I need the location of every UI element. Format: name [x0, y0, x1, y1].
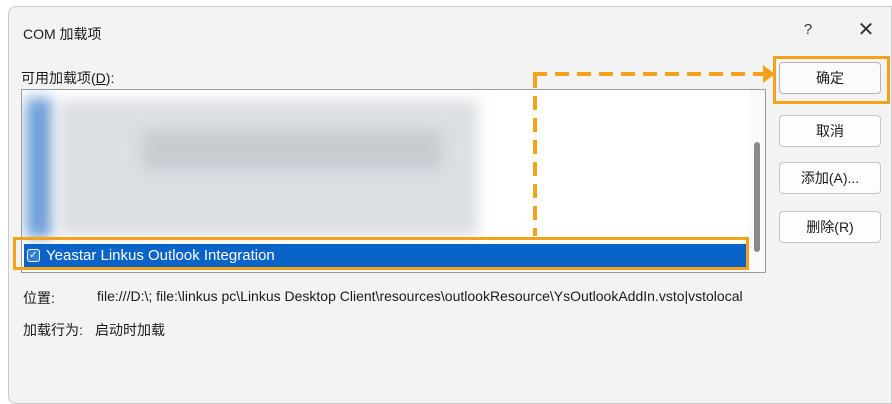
com-addins-dialog: COM 加载项 ? ✕ 可用加载项(D): ✓ Yeastar Linkus O… [8, 6, 892, 404]
blurred-content [142, 130, 442, 170]
location-label: 位置: [23, 290, 55, 306]
arrow-connector-vertical [533, 74, 537, 236]
checkbox[interactable]: ✓ [27, 249, 40, 262]
label-prefix: 可用加载项( [21, 70, 96, 86]
load-behavior-label: 加载行为: [23, 322, 83, 338]
list-item-label: Yeastar Linkus Outlook Integration [46, 247, 275, 264]
location-value: file:///D:\; file:\linkus pc\Linkus Desk… [97, 288, 743, 304]
scrollbar[interactable] [749, 90, 765, 272]
label-suffix: ): [105, 70, 115, 86]
arrow-head-icon [763, 65, 775, 83]
title-bar: COM 加载项 ? ✕ [9, 7, 891, 57]
add-button[interactable]: 添加(A)... [779, 162, 881, 194]
ok-button[interactable]: 确定 [779, 62, 881, 94]
load-behavior-value: 启动时加载 [95, 322, 165, 338]
scrollbar-thumb[interactable] [754, 142, 760, 252]
help-icon[interactable]: ? [800, 21, 816, 43]
close-icon[interactable]: ✕ [855, 19, 877, 43]
label-access-key: D [95, 70, 106, 86]
cancel-button[interactable]: 取消 [779, 115, 881, 147]
remove-button[interactable]: 删除(R) [779, 211, 881, 243]
available-addins-label: 可用加载项(D): [21, 68, 114, 88]
blurred-content [26, 98, 52, 238]
addins-listbox[interactable]: ✓ Yeastar Linkus Outlook Integration [21, 89, 766, 273]
arrow-connector-horizontal [533, 72, 765, 76]
dialog-title: COM 加载项 [23, 26, 102, 42]
list-item[interactable]: ✓ Yeastar Linkus Outlook Integration [24, 244, 746, 268]
